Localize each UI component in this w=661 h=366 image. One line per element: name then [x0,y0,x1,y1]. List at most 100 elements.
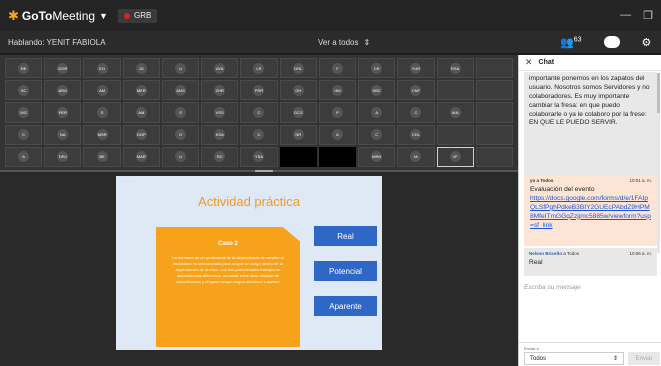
webcam-tile[interactable]: U [161,146,200,167]
app-menu[interactable]: ✱ GoTo Meeting ▼ [8,8,108,24]
webcam-tile[interactable]: PER [44,102,82,123]
webcam-tile[interactable]: CR [358,58,396,79]
webcam-tile[interactable] [475,58,513,79]
webcam-tile[interactable] [436,80,474,101]
close-icon[interactable]: ✕ [525,57,533,68]
webcam-tile[interactable]: KSA [201,124,239,145]
participant-avatar: MER [135,84,147,96]
webcam-tile[interactable]: ARG [44,80,82,101]
webcam-tile[interactable]: SBC [358,80,396,101]
webcam-tile[interactable]: C [397,102,435,123]
webcam-tile[interactable]: C [240,124,278,145]
webcam-tile[interactable]: EO [83,58,121,79]
webcam-tile[interactable]: C [358,124,396,145]
scrollbar-thumb[interactable] [657,73,660,113]
webcam-tile[interactable]: CDL [397,124,435,145]
webcam-tile[interactable]: LR [240,58,278,79]
chat-bubble-icon[interactable] [603,36,620,48]
webcam-tile[interactable]: YSA [240,146,278,167]
webcam-tile[interactable] [475,80,513,101]
webcam-tile[interactable] [475,124,513,145]
webcam-tile[interactable]: VSS [201,102,239,123]
webcam-tile[interactable]: RE [5,58,43,79]
participant-avatar: DRL [292,62,304,74]
webcam-tile[interactable]: ZHR [201,80,239,101]
webcam-tile[interactable]: ANG [161,80,200,101]
participant-avatar: U [175,151,187,163]
webcam-tile[interactable]: YCI [318,146,357,167]
webcam-tile[interactable]: NR [279,124,317,145]
message-link[interactable]: https://docs.google.com/forms/d/e/1FAIpQ… [530,195,652,231]
minimize-button[interactable]: — [620,9,631,22]
webcam-tile[interactable]: A [5,146,43,167]
webcam-tile[interactable]: IA [397,146,435,167]
webcam-tile[interactable]: MG [5,102,43,123]
chat-scrollbar[interactable] [657,73,660,253]
webcam-tile[interactable] [436,124,474,145]
webcam-tile[interactable]: GH [279,80,317,101]
webcam-tile[interactable]: PSR [240,80,278,101]
webcam-tile[interactable]: AM [83,80,121,101]
webcam-tile[interactable]: AYA [201,58,239,79]
webcam-tile[interactable]: DRJ [44,146,82,167]
webcam-tile[interactable]: MSR [83,124,121,145]
participant-avatar: PSR [253,84,265,96]
restore-button[interactable]: ❐ [643,9,653,22]
webcam-tile[interactable]: VF [436,146,474,167]
webcam-tile[interactable]: IAN [436,102,474,123]
webcam-tile[interactable]: SC [5,80,43,101]
view-mode-selector[interactable]: Ver a todos ⇕ [318,38,370,47]
webcam-tile[interactable]: MRN [358,146,396,167]
webcam-tile[interactable]: GCS [279,102,317,123]
participant-avatar: VF [449,151,461,163]
webcam-tile[interactable]: A [358,102,396,123]
webcam-tile[interactable]: RC [201,146,239,167]
webcam-tile[interactable]: C [240,102,278,123]
webcam-tile[interactable]: MER [122,80,160,101]
participant-avatar: MSR [96,129,108,141]
recording-badge[interactable]: GRB [117,8,158,23]
webcam-tile[interactable]: HM [318,80,357,101]
webcam-tile[interactable]: A [318,124,357,145]
webcam-tile[interactable]: DGP [122,124,160,145]
participant-avatar: SBC [371,84,383,96]
webcam-tile[interactable]: MAR [122,146,160,167]
webcam-tile[interactable]: P [318,102,357,123]
chat-message-own: yo a Todos 10:01 a. m. Evaluación del ev… [524,175,657,246]
participant-avatar: PER [57,106,69,118]
option-real-button[interactable]: Real [314,226,377,246]
recipient-select[interactable]: Todos ⇕ [524,352,624,365]
attendees-button[interactable]: 👥63 [560,36,582,49]
webcam-tile[interactable]: RSA [436,58,474,79]
webcam-tile[interactable]: O [161,124,200,145]
webcam-tile[interactable] [279,146,317,167]
webcam-tile[interactable]: BE [83,146,121,167]
webcam-tile[interactable]: S [83,102,121,123]
participant-avatar: C [371,129,383,141]
webcam-tile[interactable]: DRL [279,58,317,79]
webcam-tile[interactable] [475,146,513,167]
participant-avatar: JG [135,62,147,74]
option-potencial-button[interactable]: Potencial [314,261,377,281]
webcam-tile[interactable]: YUR [397,58,435,79]
webcam-tile[interactable]: S [161,102,200,123]
webcam-tile[interactable]: U [161,58,200,79]
webcam-tile[interactable]: NA [44,124,82,145]
webcam-tile[interactable]: C [5,124,43,145]
webcam-tile[interactable]: DOR [44,58,82,79]
gear-icon[interactable]: ⚙ [642,36,652,49]
option-aparente-button[interactable]: Aparente [314,296,377,316]
send-button[interactable]: Enviar [628,352,660,365]
screen-share-area: ·· ····· ···· Actividad práctica Caso 2 … [0,172,518,366]
message-input[interactable]: Escriba su mensaje [524,284,581,291]
webcam-tile[interactable] [475,102,513,123]
participant-avatar: RC [214,151,226,163]
people-icon: 👥 [560,36,574,49]
webcam-tile[interactable]: CNF [397,80,435,101]
webcam-tile[interactable]: F [318,58,357,79]
participant-avatar: YSA [253,151,265,163]
webcam-tile[interactable]: AM [122,102,160,123]
webcam-tile[interactable]: JG [122,58,160,79]
participant-avatar: CNF [410,84,422,96]
participant-avatar: BE [96,151,108,163]
